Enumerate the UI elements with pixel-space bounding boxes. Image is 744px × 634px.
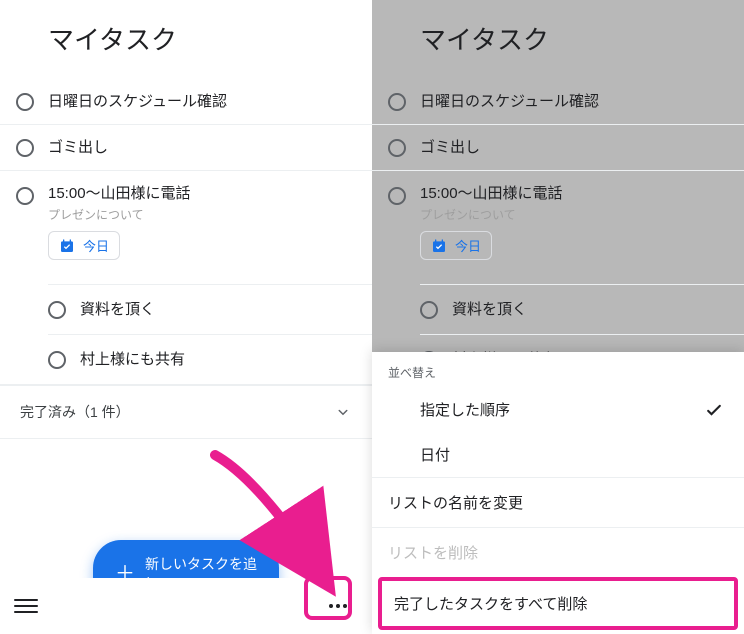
completed-section-toggle[interactable]: 完了済み（1 件） bbox=[0, 385, 372, 439]
annotation-highlight: 完了したタスクをすべて削除 bbox=[378, 577, 738, 630]
calendar-icon bbox=[431, 238, 447, 254]
sort-option-label: 日付 bbox=[420, 444, 450, 465]
complete-circle-icon bbox=[388, 139, 406, 157]
complete-circle-icon bbox=[420, 301, 438, 319]
task-row: 日曜日のスケジュール確認 bbox=[372, 79, 744, 125]
subtask-title: 村上様にも共有 bbox=[80, 349, 185, 370]
delete-list-option: リストを削除 bbox=[372, 527, 744, 577]
task-row[interactable]: 日曜日のスケジュール確認 bbox=[0, 79, 372, 125]
date-chip[interactable]: 今日 bbox=[48, 231, 120, 260]
complete-circle-icon bbox=[388, 187, 406, 205]
date-chip: 今日 bbox=[420, 231, 492, 260]
date-chip-label: 今日 bbox=[83, 236, 109, 255]
complete-circle-icon[interactable] bbox=[16, 187, 34, 205]
task-note: プレゼンについて bbox=[48, 206, 356, 223]
task-row[interactable]: ゴミ出し bbox=[0, 125, 372, 171]
task-note: プレゼンについて bbox=[420, 206, 728, 223]
sort-option-custom[interactable]: 指定した順序 bbox=[372, 387, 744, 432]
rename-list-option[interactable]: リストの名前を変更 bbox=[372, 477, 744, 527]
hamburger-menu-button[interactable] bbox=[14, 594, 38, 618]
check-icon bbox=[704, 400, 724, 420]
complete-circle-icon[interactable] bbox=[48, 301, 66, 319]
sort-option-date[interactable]: 日付 bbox=[372, 432, 744, 477]
task-title: 15:00〜山田様に電話 bbox=[48, 183, 356, 204]
options-bottom-sheet: 並べ替え 指定した順序 日付 リストの名前を変更 リストを削除 完了したタスクを… bbox=[372, 352, 744, 634]
task-title: 日曜日のスケジュール確認 bbox=[420, 91, 728, 112]
subtask-title: 資料を頂く bbox=[80, 299, 155, 320]
completed-label: 完了済み（1 件） bbox=[20, 402, 130, 422]
complete-circle-icon[interactable] bbox=[16, 139, 34, 157]
list-title: マイタスク bbox=[372, 0, 744, 79]
chevron-down-icon bbox=[334, 403, 352, 421]
sort-option-label: 指定した順序 bbox=[420, 399, 510, 420]
list-title: マイタスク bbox=[0, 0, 372, 79]
subtask-row: 資料を頂く bbox=[420, 285, 744, 335]
sort-section-label: 並べ替え bbox=[372, 352, 744, 387]
calendar-icon bbox=[59, 238, 75, 254]
complete-circle-icon[interactable] bbox=[48, 351, 66, 369]
task-row: 15:00〜山田様に電話 プレゼンについて 今日 bbox=[372, 171, 744, 272]
subtask-title: 資料を頂く bbox=[452, 299, 527, 320]
task-title: 15:00〜山田様に電話 bbox=[420, 183, 728, 204]
complete-circle-icon bbox=[388, 93, 406, 111]
subtask-row[interactable]: 村上様にも共有 bbox=[48, 335, 372, 384]
date-chip-label: 今日 bbox=[455, 236, 481, 255]
more-options-button[interactable] bbox=[318, 586, 358, 626]
task-row: ゴミ出し bbox=[372, 125, 744, 171]
delete-completed-option[interactable]: 完了したタスクをすべて削除 bbox=[382, 581, 734, 626]
task-list-screen: マイタスク 日曜日のスケジュール確認 ゴミ出し 15:00〜山田様に電話 プレゼ… bbox=[0, 0, 372, 634]
task-title: 日曜日のスケジュール確認 bbox=[48, 91, 356, 112]
task-title: ゴミ出し bbox=[48, 137, 356, 158]
task-list-screen-with-menu: マイタスク 日曜日のスケジュール確認 ゴミ出し 15:00〜山田様に電話 プレゼ… bbox=[372, 0, 744, 634]
task-row[interactable]: 15:00〜山田様に電話 プレゼンについて 今日 bbox=[0, 171, 372, 272]
bottom-bar bbox=[0, 578, 372, 634]
complete-circle-icon[interactable] bbox=[16, 93, 34, 111]
subtask-row[interactable]: 資料を頂く bbox=[48, 285, 372, 335]
task-title: ゴミ出し bbox=[420, 137, 728, 158]
